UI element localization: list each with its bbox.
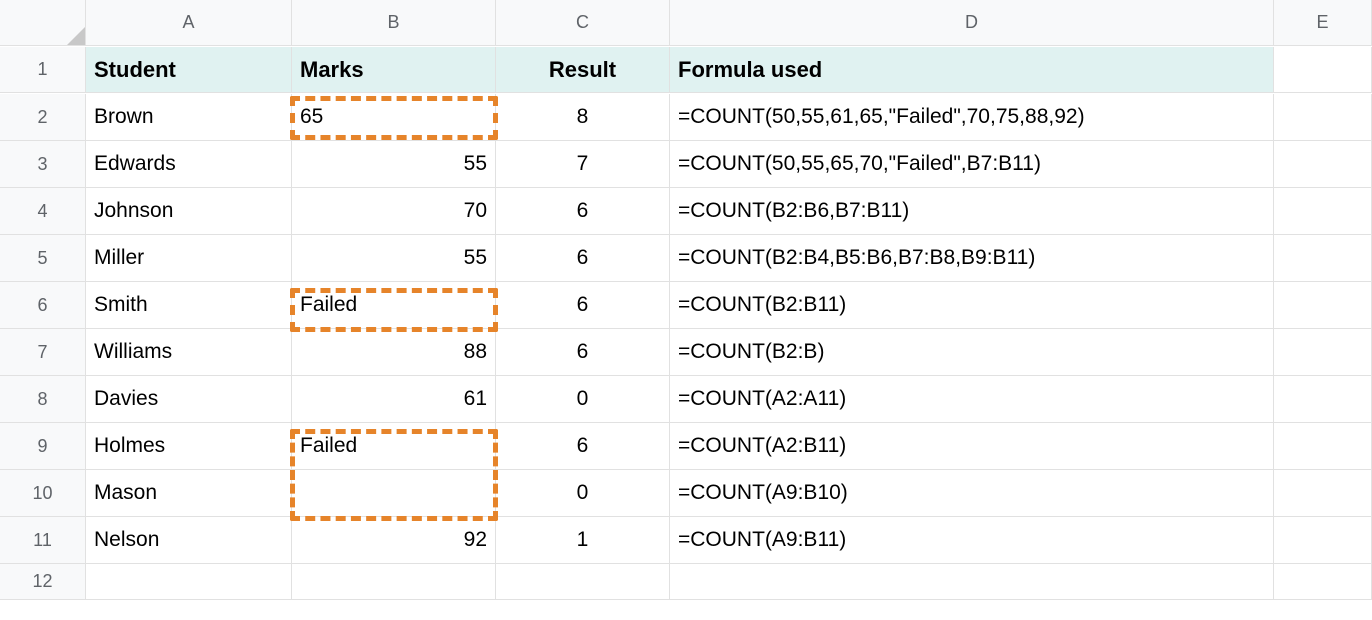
row-header-11[interactable]: 11 [0,517,86,564]
cell-C7[interactable]: 6 [496,329,670,376]
row-header-10[interactable]: 10 [0,470,86,517]
cell-C8[interactable]: 0 [496,376,670,423]
cell-E11[interactable] [1274,517,1372,564]
row-header-5[interactable]: 5 [0,235,86,282]
cell-C1[interactable]: Result [496,47,670,93]
cell-D11[interactable]: =COUNT(A9:B11) [670,517,1274,564]
row-header-3[interactable]: 3 [0,141,86,188]
cell-E12[interactable] [1274,564,1372,600]
cell-A1[interactable]: Student [86,47,292,93]
cell-B11[interactable]: 92 [292,517,496,564]
cell-A12[interactable] [86,564,292,600]
col-header-B[interactable]: B [292,0,496,46]
highlight-B9-B10 [290,429,498,521]
cell-D7[interactable]: =COUNT(B2:B) [670,329,1274,376]
cell-A4[interactable]: Johnson [86,188,292,235]
cell-E1[interactable] [1274,47,1372,93]
cell-C5[interactable]: 6 [496,235,670,282]
cell-D6[interactable]: =COUNT(B2:B11) [670,282,1274,329]
cell-A8[interactable]: Davies [86,376,292,423]
highlight-B6 [290,288,498,332]
cell-D5[interactable]: =COUNT(B2:B4,B5:B6,B7:B8,B9:B11) [670,235,1274,282]
cell-D3[interactable]: =COUNT(50,55,65,70,"Failed",B7:B11) [670,141,1274,188]
cell-C4[interactable]: 6 [496,188,670,235]
cell-A10[interactable]: Mason [86,470,292,517]
col-header-D[interactable]: D [670,0,1274,46]
cell-C6[interactable]: 6 [496,282,670,329]
cell-A2[interactable]: Brown [86,94,292,141]
cell-E4[interactable] [1274,188,1372,235]
cell-A6[interactable]: Smith [86,282,292,329]
cell-D9[interactable]: =COUNT(A2:B11) [670,423,1274,470]
spreadsheet-grid[interactable]: A B C D E 1 Student Marks Result Formula… [0,0,1372,620]
cell-D2[interactable]: =COUNT(50,55,61,65,"Failed",70,75,88,92) [670,94,1274,141]
cell-D4[interactable]: =COUNT(B2:B6,B7:B11) [670,188,1274,235]
cell-C3[interactable]: 7 [496,141,670,188]
col-header-E[interactable]: E [1274,0,1372,46]
cell-C2[interactable]: 8 [496,94,670,141]
cell-E2[interactable] [1274,94,1372,141]
cell-E6[interactable] [1274,282,1372,329]
col-header-A[interactable]: A [86,0,292,46]
selectall-corner[interactable] [0,0,86,46]
cell-E7[interactable] [1274,329,1372,376]
highlight-B2 [290,96,498,140]
cell-D1[interactable]: Formula used [670,47,1274,93]
cell-D8[interactable]: =COUNT(A2:A11) [670,376,1274,423]
cell-B3[interactable]: 55 [292,141,496,188]
cell-E3[interactable] [1274,141,1372,188]
cell-E10[interactable] [1274,470,1372,517]
cell-A3[interactable]: Edwards [86,141,292,188]
cell-C10[interactable]: 0 [496,470,670,517]
cell-A5[interactable]: Miller [86,235,292,282]
cell-C12[interactable] [496,564,670,600]
row-header-1[interactable]: 1 [0,47,86,93]
cell-D12[interactable] [670,564,1274,600]
cell-E9[interactable] [1274,423,1372,470]
row-header-12[interactable]: 12 [0,564,86,600]
row-header-8[interactable]: 8 [0,376,86,423]
cell-D10[interactable]: =COUNT(A9:B10) [670,470,1274,517]
col-header-C[interactable]: C [496,0,670,46]
cell-A9[interactable]: Holmes [86,423,292,470]
row-header-9[interactable]: 9 [0,423,86,470]
cell-A7[interactable]: Williams [86,329,292,376]
cell-B5[interactable]: 55 [292,235,496,282]
cell-C9[interactable]: 6 [496,423,670,470]
cell-E8[interactable] [1274,376,1372,423]
row-header-2[interactable]: 2 [0,94,86,141]
row-header-6[interactable]: 6 [0,282,86,329]
cell-B12[interactable] [292,564,496,600]
cell-E5[interactable] [1274,235,1372,282]
row-header-7[interactable]: 7 [0,329,86,376]
cell-B4[interactable]: 70 [292,188,496,235]
cell-A11[interactable]: Nelson [86,517,292,564]
row-header-4[interactable]: 4 [0,188,86,235]
cell-C11[interactable]: 1 [496,517,670,564]
cell-B8[interactable]: 61 [292,376,496,423]
cell-B7[interactable]: 88 [292,329,496,376]
cell-B1[interactable]: Marks [292,47,496,93]
